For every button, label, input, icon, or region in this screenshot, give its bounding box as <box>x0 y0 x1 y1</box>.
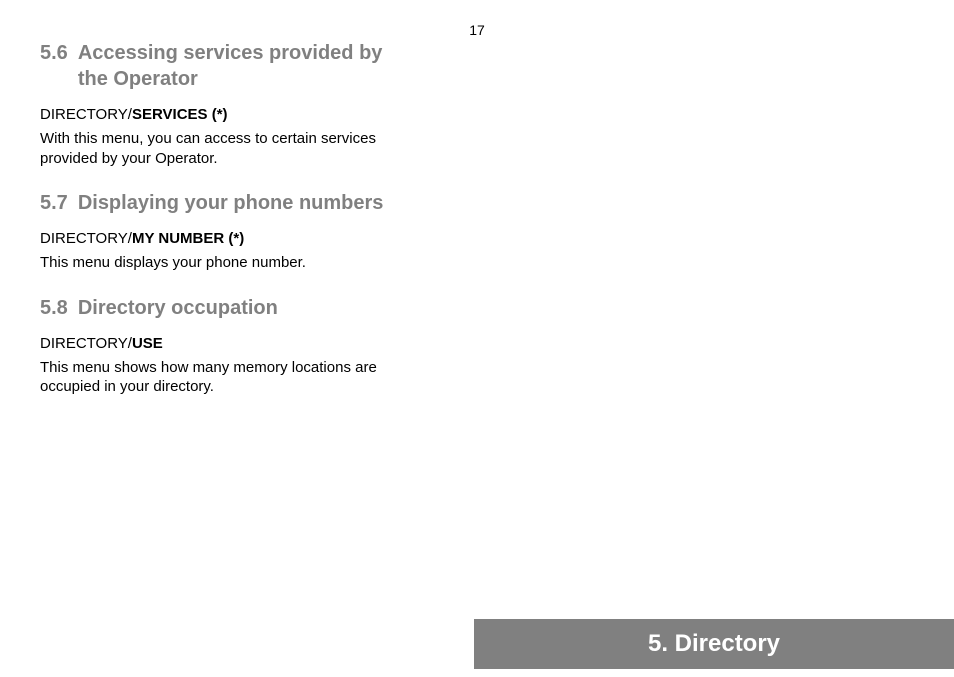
section-body-5-6: With this menu, you can access to certai… <box>40 129 385 168</box>
menu-path-5-7: DIRECTORY/MY NUMBER (*) <box>40 230 385 247</box>
section-title: Displaying your phone numbers <box>78 190 384 216</box>
path-prefix: DIRECTORY/ <box>40 335 132 352</box>
section-number: 5.6 <box>40 40 68 92</box>
menu-path-5-8: DIRECTORY/USE <box>40 335 385 352</box>
section-heading-5-6: 5.6 Accessing services provided by the O… <box>40 40 385 92</box>
content-column: 5.6 Accessing services provided by the O… <box>0 0 425 397</box>
section-title: Accessing services provided by the Opera… <box>78 40 385 92</box>
section-body-5-7: This menu displays your phone number. <box>40 253 385 273</box>
section-heading-5-7: 5.7 Displaying your phone numbers <box>40 190 385 216</box>
path-prefix: DIRECTORY/ <box>40 106 132 123</box>
page-number: 17 <box>469 22 485 38</box>
section-body-5-8: This menu shows how many memory location… <box>40 358 385 397</box>
footer-tab: 5. Directory <box>474 619 954 669</box>
path-bold: MY NUMBER (*) <box>132 230 244 247</box>
footer-tab-label: 5. Directory <box>648 630 780 658</box>
path-bold: USE <box>132 335 163 352</box>
section-number: 5.8 <box>40 295 68 321</box>
section-title: Directory occupation <box>78 295 278 321</box>
section-number: 5.7 <box>40 190 68 216</box>
menu-path-5-6: DIRECTORY/SERVICES (*) <box>40 106 385 123</box>
path-bold: SERVICES (*) <box>132 106 228 123</box>
path-prefix: DIRECTORY/ <box>40 230 132 247</box>
section-heading-5-8: 5.8 Directory occupation <box>40 295 385 321</box>
